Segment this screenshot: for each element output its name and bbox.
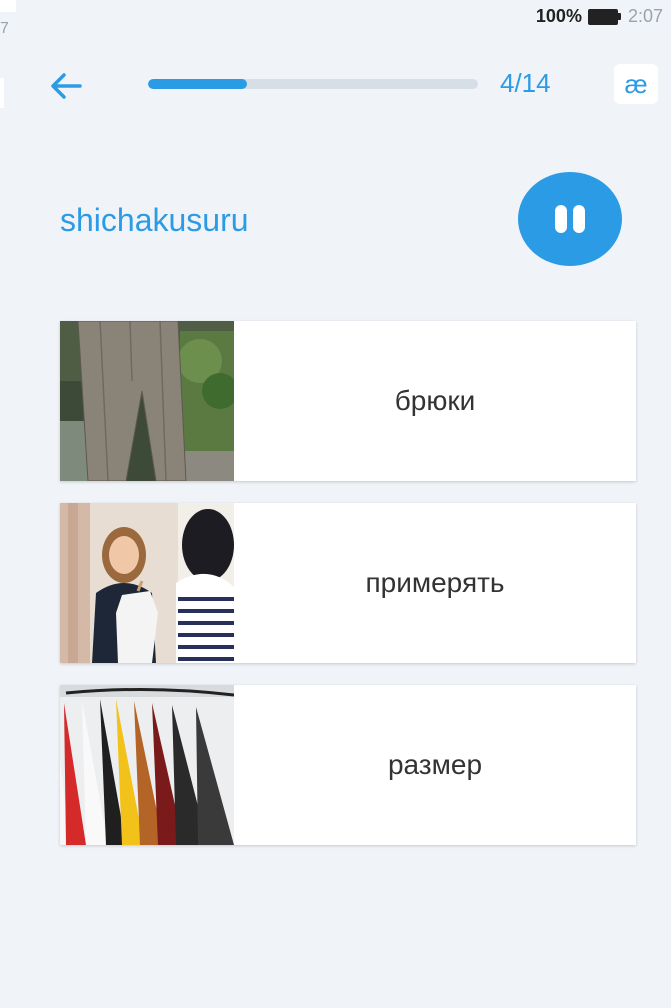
- status-left-mark: [0, 0, 16, 12]
- clock: 2:07: [627, 6, 663, 26]
- battery-icon: [587, 8, 622, 25]
- ae-button[interactable]: æ: [614, 64, 658, 104]
- progress-bar: [148, 79, 478, 89]
- option-label-1: брюки: [394, 385, 476, 416]
- status-bar: 7 100% 2:07: [0, 0, 671, 37]
- option-label-2: примерять: [365, 567, 505, 598]
- back-button[interactable]: [46, 66, 86, 106]
- option-card-3[interactable]: размер: [60, 685, 636, 845]
- battery-percent: 100%: [535, 6, 582, 26]
- option-label-3: размер: [387, 749, 483, 780]
- arrow-left-icon: [51, 73, 82, 99]
- option-image-trousers: [60, 321, 234, 481]
- pause-button[interactable]: [518, 172, 622, 266]
- option-card-2[interactable]: примерять: [60, 503, 636, 663]
- status-left-fragment: 7: [0, 20, 9, 37]
- option-image-clothes-rack: [60, 685, 234, 845]
- status-right: 100% 2:07: [536, 6, 663, 27]
- ae-button-label: æ: [624, 68, 648, 99]
- option-card-1[interactable]: брюки: [60, 321, 636, 481]
- edge-mark: [0, 78, 4, 108]
- option-image-trying-on: [60, 503, 234, 663]
- progress-counter: 4/14: [500, 68, 551, 98]
- prompt-word: shichakusuru: [60, 202, 249, 238]
- progress-fill: [148, 79, 247, 89]
